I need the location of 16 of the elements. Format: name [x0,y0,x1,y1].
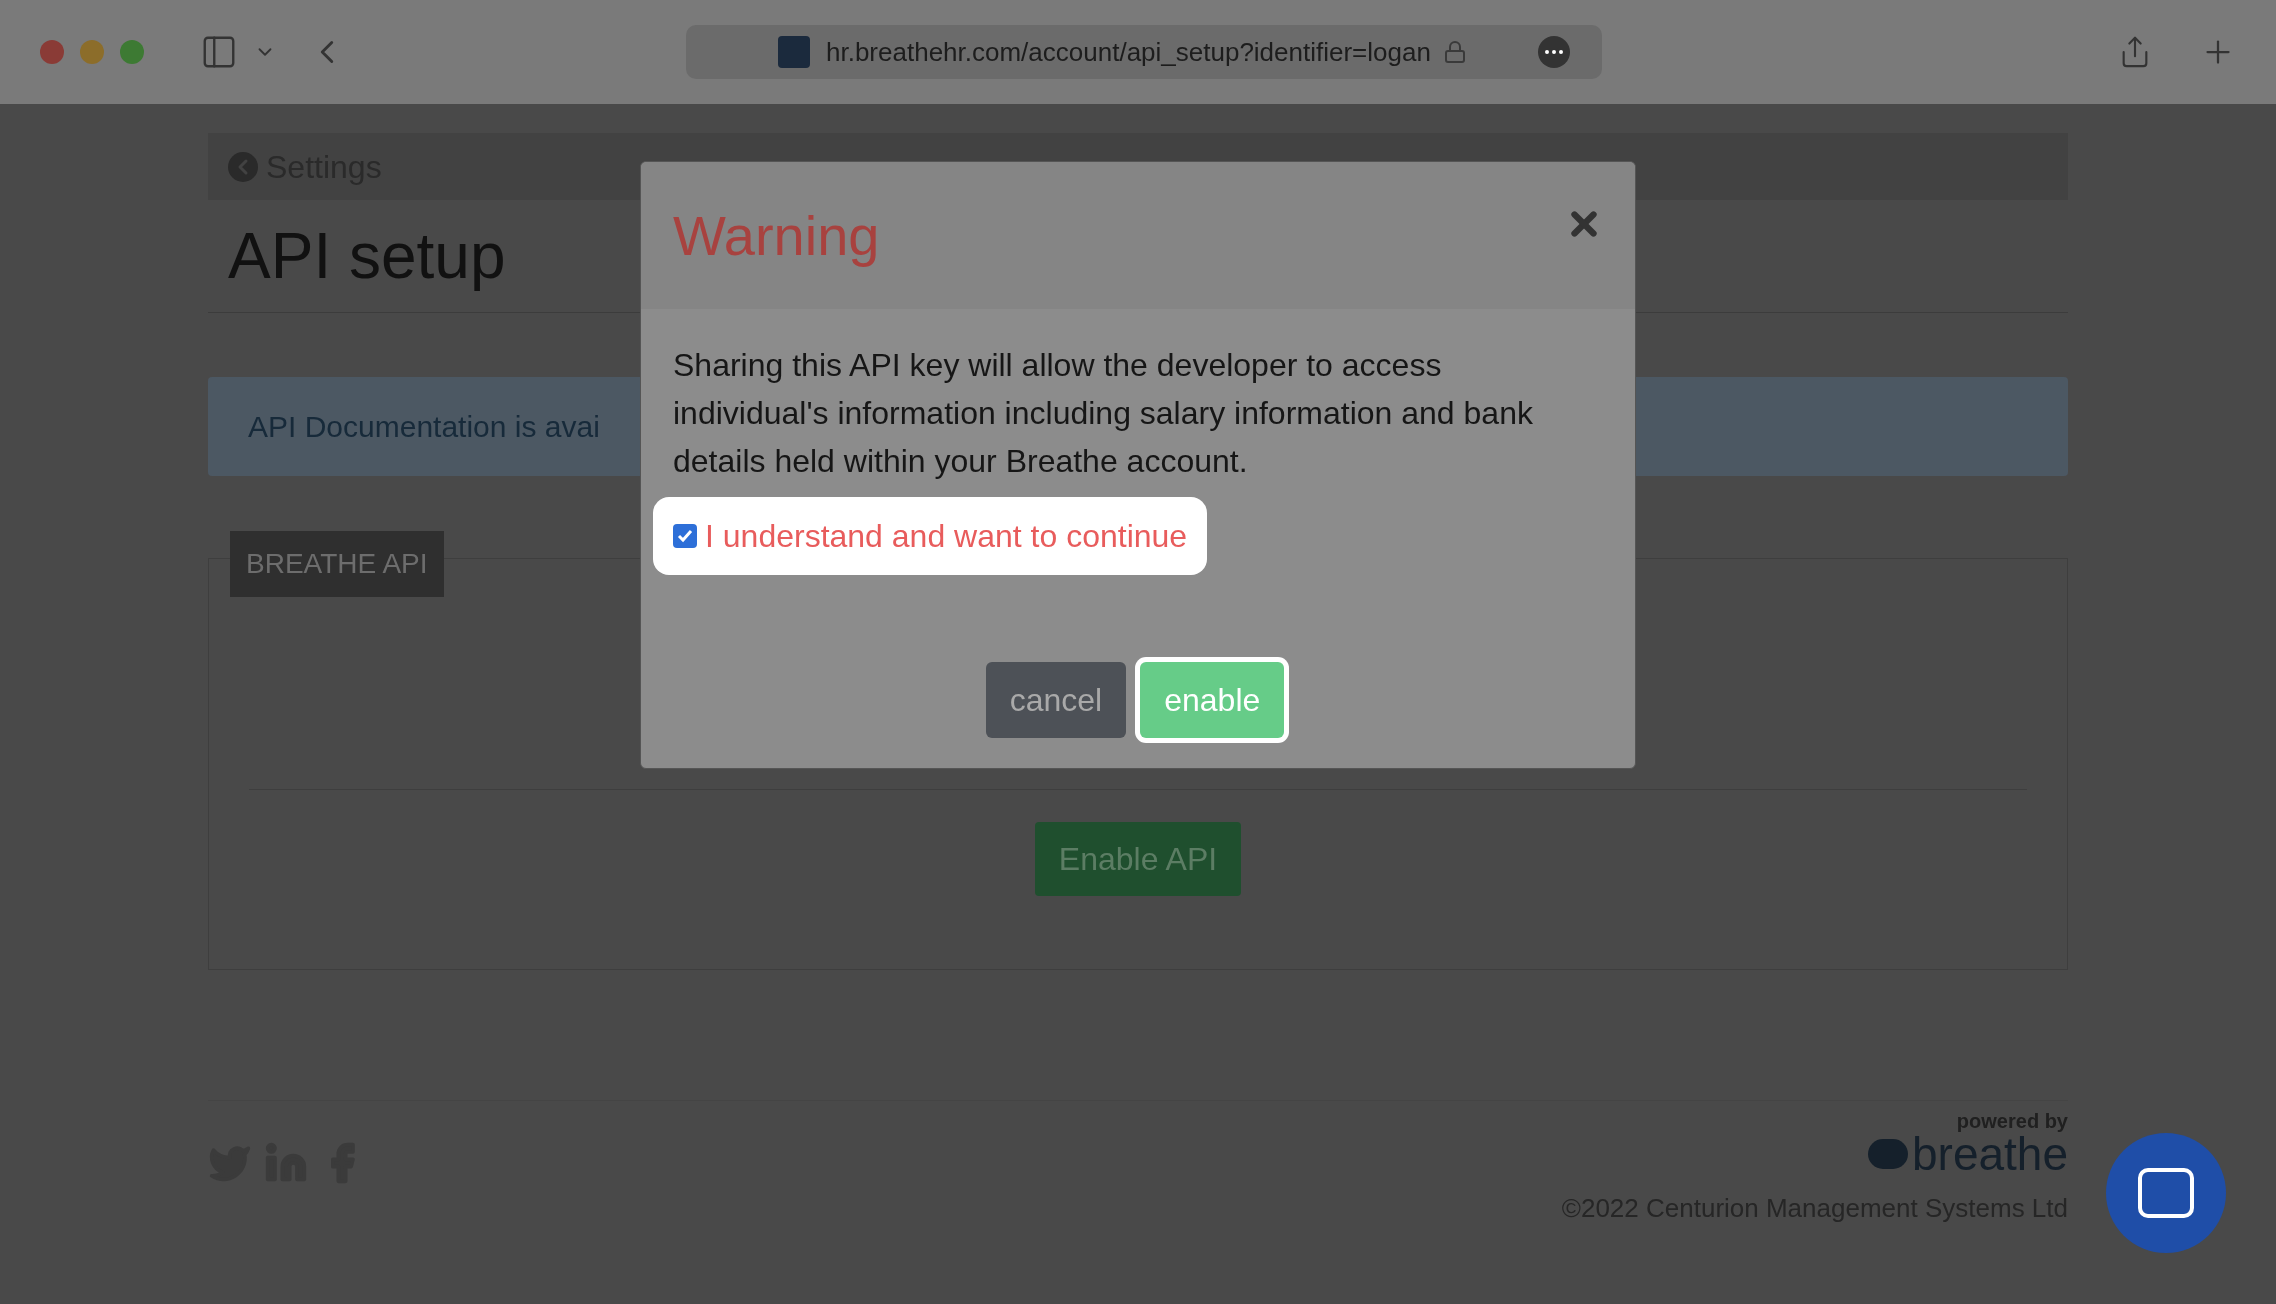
lock-icon [1442,40,1467,64]
confirm-checkbox[interactable] [673,524,697,548]
enable-api-button[interactable]: Enable API [1034,822,1242,896]
confirm-label: I understand and want to continue [705,517,1188,556]
checkmark-icon [676,527,694,545]
address-bar[interactable]: hr.breathehr.com/account/api_setup?identifier=logan [686,25,1602,79]
url-text: hr.breathehr.com/account/api_setup?identifier=logan [826,35,1431,69]
panel-legend: BREATHE API [230,531,444,597]
page-title: API setup [228,219,506,294]
more-icon[interactable] [1538,36,1570,68]
site-favicon-icon [778,36,810,68]
close-window-icon[interactable] [40,40,64,64]
modal-button[interactable]: cancel [985,662,1127,738]
confirm-checkbox-row[interactable]: I understand and want to continue [653,497,1208,575]
warning-text: Sharing this API key will allow the developer to access individual's information including salary information and bank details held within your Breathe account. [673,346,1534,481]
modal-title: Warning [673,202,880,269]
